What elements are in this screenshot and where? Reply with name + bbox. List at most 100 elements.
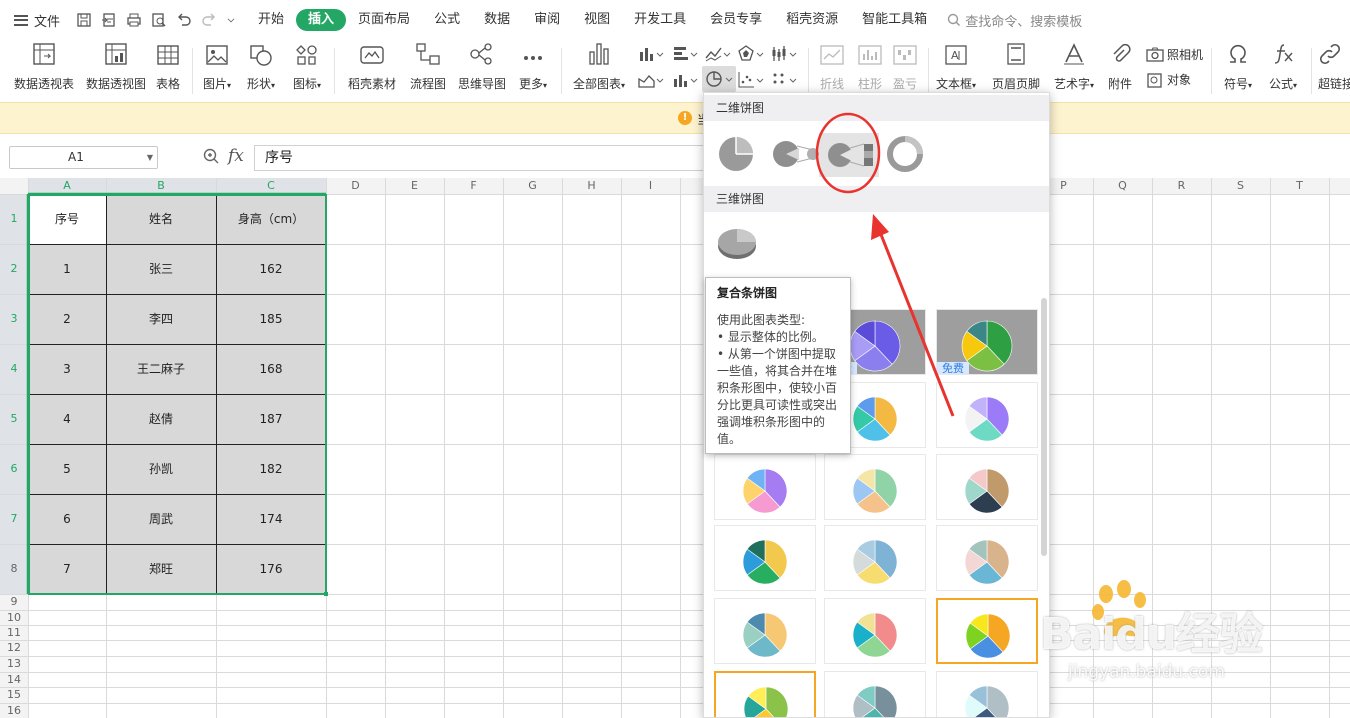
table-cell[interactable]: 7 [28, 544, 106, 594]
column-header[interactable]: C [216, 178, 326, 194]
row-header[interactable]: 15 [0, 687, 28, 703]
bar-of-pie-chart-option[interactable] [819, 133, 879, 177]
flowchart-button[interactable]: 流程图 [406, 40, 450, 100]
icon-library-button[interactable]: 图标▾ [288, 40, 326, 100]
column-header[interactable]: T [1270, 178, 1329, 194]
fx-function-icon[interactable]: fx [228, 146, 244, 166]
area-chart-icon[interactable] [638, 71, 664, 89]
row-header[interactable]: 10 [0, 610, 28, 625]
chart-template-thumbnail[interactable] [714, 598, 816, 664]
bar-chart-icon[interactable] [672, 45, 698, 63]
3d-pie-chart-option[interactable] [716, 226, 758, 262]
name-box[interactable]: A1 ▼ [9, 146, 158, 169]
sparkline-line-button[interactable]: 折线 [815, 40, 849, 100]
row-header[interactable]: 14 [0, 672, 28, 687]
column-header[interactable]: B [106, 178, 216, 194]
object-button[interactable]: 对象 [1146, 71, 1191, 88]
hyperlink-button[interactable]: 超链接 [1318, 40, 1350, 100]
row-header[interactable]: 8 [0, 544, 28, 594]
column-header[interactable]: R [1152, 178, 1211, 194]
row-header[interactable]: 7 [0, 494, 28, 544]
row-header[interactable]: 9 [0, 594, 28, 610]
camera-button[interactable]: 照相机 [1146, 46, 1203, 63]
save-icon[interactable] [76, 12, 92, 28]
header-cell[interactable]: 姓名 [106, 194, 216, 244]
table-cell[interactable]: 周武 [106, 494, 216, 544]
table-cell[interactable]: 182 [216, 444, 326, 494]
table-cell[interactable]: 李四 [106, 294, 216, 344]
radar-chart-icon[interactable] [738, 45, 764, 63]
row-header[interactable]: 1 [0, 194, 28, 244]
tab-member[interactable]: 会员专享 [698, 9, 774, 31]
picture-button[interactable]: 图片▾ [199, 40, 235, 100]
scatter-chart-icon[interactable] [738, 71, 764, 89]
header-cell[interactable]: 序号 [28, 194, 106, 244]
row-header[interactable]: 6 [0, 444, 28, 494]
chart-template-thumbnail[interactable] [824, 454, 926, 520]
column-header[interactable]: I [621, 178, 680, 194]
table-cell[interactable]: 赵倩 [106, 394, 216, 444]
chart-template-thumbnail[interactable] [714, 671, 816, 717]
table-cell[interactable]: 5 [28, 444, 106, 494]
column-header[interactable]: H [562, 178, 621, 194]
column-header[interactable]: A [28, 178, 106, 194]
column-chart-icon[interactable] [638, 45, 664, 63]
chart-template-thumbnail[interactable] [824, 671, 926, 717]
quick-access-dropdown-icon[interactable] [226, 12, 236, 28]
pivot-chart-button[interactable]: 数据透视图 [83, 40, 149, 100]
row-header[interactable]: 13 [0, 656, 28, 672]
table-cell[interactable]: 2 [28, 294, 106, 344]
chart-template-thumbnail[interactable] [936, 454, 1038, 520]
sparkline-column-button[interactable]: 柱形 [853, 40, 887, 100]
table-cell[interactable]: 孙凯 [106, 444, 216, 494]
pie-chart-option[interactable] [717, 135, 755, 173]
column-header[interactable]: G [503, 178, 562, 194]
chart-template-thumbnail[interactable] [824, 598, 926, 664]
more-button[interactable]: 更多▾ [513, 40, 553, 100]
gallery-scrollbar[interactable] [1041, 298, 1047, 556]
table-cell[interactable]: 王二麻子 [106, 344, 216, 394]
chart-template-thumbnail[interactable] [824, 525, 926, 591]
table-cell[interactable]: 3 [28, 344, 106, 394]
export-pdf-icon[interactable] [101, 12, 117, 28]
table-cell[interactable]: 187 [216, 394, 326, 444]
chart-template-thumbnail[interactable] [714, 454, 816, 520]
column-header[interactable]: Q [1093, 178, 1152, 194]
header-cell[interactable]: 身高（cm） [216, 194, 326, 244]
mindmap-button[interactable]: 思维导图 [455, 40, 509, 100]
name-box-dropdown-icon[interactable]: ▼ [147, 147, 153, 168]
chart-template-thumbnail[interactable] [714, 525, 816, 591]
stock-chart-icon[interactable] [771, 45, 797, 63]
attachment-button[interactable]: 附件 [1104, 40, 1136, 100]
redo-icon[interactable] [201, 12, 217, 28]
pivot-table-button[interactable]: 数据透视表 [11, 40, 77, 100]
tab-data[interactable]: 数据 [472, 9, 522, 31]
tab-page-layout[interactable]: 页面布局 [346, 9, 422, 31]
table-cell[interactable]: 185 [216, 294, 326, 344]
table-cell[interactable]: 郑旺 [106, 544, 216, 594]
line-chart-icon[interactable] [705, 45, 731, 63]
table-cell[interactable]: 张三 [106, 244, 216, 294]
textbox-button[interactable]: A 文本框▾ [933, 40, 979, 100]
tab-home[interactable]: 开始 [246, 9, 296, 31]
column-header[interactable]: S [1211, 178, 1270, 194]
symbol-button[interactable]: 符号▾ [1218, 40, 1258, 100]
table-cell[interactable]: 174 [216, 494, 326, 544]
row-header[interactable]: 12 [0, 640, 28, 656]
table-cell[interactable]: 1 [28, 244, 106, 294]
docer-material-button[interactable]: 稻壳素材 [344, 40, 400, 100]
pie-of-pie-chart-option[interactable] [771, 137, 821, 171]
formula-input[interactable]: 序号 [254, 145, 710, 171]
undo-icon[interactable] [176, 12, 192, 28]
table-button[interactable]: 表格 [153, 40, 183, 100]
tab-review[interactable]: 审阅 [522, 9, 572, 31]
command-search[interactable]: 查找命令、搜索模板 [947, 11, 1082, 30]
row-header[interactable]: 3 [0, 294, 28, 344]
sparkline-winloss-button[interactable]: 盈亏 [888, 40, 922, 100]
tab-smart-tools[interactable]: 智能工具箱 [850, 9, 939, 31]
tab-formulas[interactable]: 公式 [422, 9, 472, 31]
tab-insert[interactable]: 插入 [296, 9, 347, 31]
row-header[interactable]: 4 [0, 344, 28, 394]
print-preview-icon[interactable] [151, 12, 167, 28]
row-header[interactable]: 16 [0, 703, 28, 718]
